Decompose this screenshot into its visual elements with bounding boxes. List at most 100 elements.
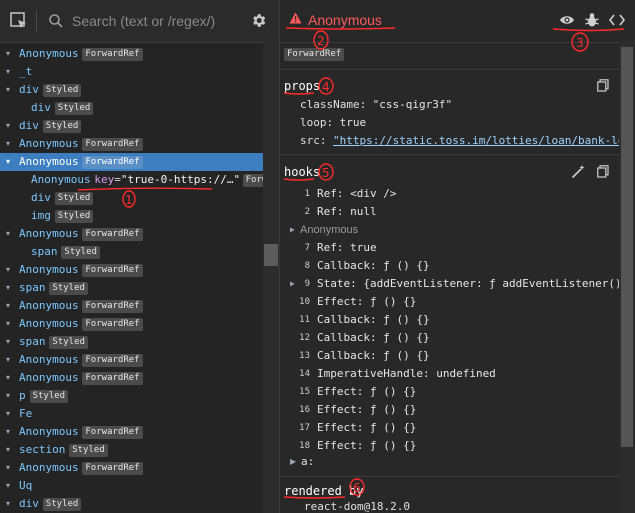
hook-row[interactable]: 8 Callback: ƒ () {} — [280, 257, 619, 275]
tree-row[interactable]: ▾ Anonymous ForwardRef — [0, 297, 263, 315]
hook-row[interactable]: 2 Ref: null — [280, 203, 619, 221]
warning-icon — [289, 12, 302, 27]
tree-row[interactable]: ▾ Anonymous ForwardRef — [0, 423, 263, 441]
hook-index: 11 — [299, 315, 310, 325]
inspector-scrollbar-thumb[interactable] — [621, 47, 633, 447]
tree-scrollbar[interactable] — [263, 42, 279, 513]
hoc-badge: Styled — [69, 444, 108, 457]
copy-props-icon[interactable] — [597, 79, 609, 95]
hook-row[interactable]: 14 ImperativeHandle: undefined — [280, 365, 619, 383]
expand-arrow-icon[interactable]: ▾ — [6, 297, 10, 315]
extra-key-label[interactable]: a: — [301, 455, 314, 468]
tree-row[interactable]: ▾ Anonymous ForwardRef — [0, 135, 263, 153]
expand-arrow-icon[interactable]: ▾ — [6, 387, 10, 405]
expand-arrow-icon[interactable]: ▾ — [6, 117, 10, 135]
eye-icon[interactable] — [559, 13, 575, 30]
select-element-icon[interactable] — [10, 12, 28, 33]
tree-row[interactable]: ▾ span Styled — [0, 333, 263, 351]
inspector-pane: Anonymous ForwardRef props className: "cs… — [280, 0, 635, 513]
tree-row[interactable]: ▾ Anonymous ForwardRef — [0, 225, 263, 243]
tree-row[interactable]: ▾ Anonymous ForwardRef — [0, 45, 263, 63]
expand-arrow-icon[interactable]: ▾ — [6, 459, 10, 477]
hook-value: Callback: ƒ () {} — [317, 331, 430, 344]
tree-row[interactable]: ▾ Anonymous ForwardRef — [0, 315, 263, 333]
expand-arrow-icon[interactable]: ▶ — [290, 221, 295, 239]
tree-row[interactable]: ▾ Anonymous ForwardRef — [0, 153, 263, 171]
expand-arrow-icon[interactable]: ▾ — [6, 261, 10, 279]
component-name: Anonymous — [19, 371, 79, 384]
hook-row[interactable]: ▶ Anonymous — [280, 221, 619, 239]
hook-value: Ref: <div /> — [317, 187, 397, 200]
tree-row[interactable]: Anonymouskey="true-0-https://…"ForwardRe… — [0, 171, 263, 189]
hook-index: 16 — [299, 405, 310, 415]
hook-row[interactable]: 13 Callback: ƒ () {} — [280, 347, 619, 365]
rendered-by-value[interactable]: react-dom@18.2.0 — [304, 500, 410, 513]
view-source-icon[interactable] — [608, 12, 626, 31]
tree-row[interactable]: ▾ section Styled — [0, 441, 263, 459]
tree-row[interactable]: ▾ _t — [0, 63, 263, 81]
expand-arrow-icon[interactable]: ▾ — [6, 351, 10, 369]
hook-row[interactable]: 17 Effect: ƒ () {} — [280, 419, 619, 437]
magic-wand-icon[interactable] — [571, 164, 586, 182]
search-icon — [48, 13, 64, 32]
hook-value: Effect: ƒ () {} — [317, 403, 417, 416]
search-input[interactable]: Search (text or /regex/) — [72, 13, 215, 29]
tree-row[interactable]: ▾ Anonymous ForwardRef — [0, 369, 263, 387]
hook-index: 10 — [299, 297, 310, 307]
hook-index: 7 — [304, 243, 310, 253]
hook-row[interactable]: 11 Callback: ƒ () {} — [280, 311, 619, 329]
component-name: Anonymous — [19, 461, 79, 474]
copy-hooks-icon[interactable] — [597, 165, 609, 181]
component-name: Anonymous — [19, 425, 79, 438]
hoc-badge: ForwardRef — [82, 264, 143, 277]
hook-row[interactable]: ▶ 9 State: {addEventListener: ƒ addEventLi… — [280, 275, 619, 293]
expand-arrow-icon[interactable]: ▾ — [6, 45, 10, 63]
expand-arrow-icon[interactable]: ▾ — [6, 225, 10, 243]
bug-icon[interactable] — [585, 12, 599, 31]
tree-row[interactable]: img Styled — [0, 207, 263, 225]
tree-row[interactable]: ▾ Anonymous ForwardRef — [0, 261, 263, 279]
hook-row[interactable]: 16 Effect: ƒ () {} — [280, 401, 619, 419]
expand-arrow-icon[interactable]: ▾ — [6, 315, 10, 333]
prop-value[interactable]: true — [340, 116, 367, 129]
expand-arrow-icon[interactable]: ▾ — [6, 153, 10, 171]
expand-arrow-icon[interactable]: ▾ — [6, 477, 10, 495]
hoc-badge: Styled — [54, 192, 94, 205]
tree-row[interactable]: ▾ Fe — [0, 405, 263, 423]
hook-row[interactable]: 10 Effect: ƒ () {} — [280, 293, 619, 311]
expand-arrow-icon[interactable]: ▾ — [6, 135, 10, 153]
tree-row[interactable]: ▾ Anonymous ForwardRef — [0, 351, 263, 369]
component-name: div — [31, 101, 51, 114]
expand-arrow-icon[interactable]: ▾ — [6, 279, 10, 297]
expand-arrow-icon[interactable]: ▾ — [6, 369, 10, 387]
hook-row[interactable]: 1 Ref: <div /> — [280, 185, 619, 203]
tree-row[interactable]: ▾ div Styled — [0, 117, 263, 135]
hook-row[interactable]: 15 Effect: ƒ () {} — [280, 383, 619, 401]
expand-arrow-icon[interactable]: ▾ — [6, 405, 10, 423]
hook-row[interactable]: 12 Callback: ƒ () {} — [280, 329, 619, 347]
expand-arrow-icon[interactable]: ▾ — [6, 495, 10, 513]
tree-row[interactable]: ▾ Anonymous ForwardRef — [0, 459, 263, 477]
tree-row[interactable]: span Styled — [0, 243, 263, 261]
expand-arrow-icon[interactable]: ▾ — [6, 423, 10, 441]
expand-arrow-icon[interactable]: ▶ — [290, 275, 295, 293]
expand-arrow-icon[interactable]: ▶ — [290, 457, 296, 466]
expand-arrow-icon[interactable]: ▾ — [6, 63, 10, 81]
expand-arrow-icon[interactable]: ▾ — [6, 333, 10, 351]
tree-row[interactable]: ▾ span Styled — [0, 279, 263, 297]
tree-scrollbar-thumb[interactable] — [264, 244, 278, 266]
component-name: Anonymous — [19, 227, 79, 240]
hook-row[interactable]: 7 Ref: true — [280, 239, 619, 257]
hook-row[interactable]: 18 Effect: ƒ () {} — [280, 437, 619, 455]
tree-row[interactable]: ▾ p Styled — [0, 387, 263, 405]
tree-row[interactable]: ▾ div Styled — [0, 81, 263, 99]
expand-arrow-icon[interactable]: ▾ — [6, 81, 10, 99]
gear-icon[interactable] — [250, 12, 267, 32]
prop-value-link[interactable]: "https://static.toss.im/lotties/loan/ban… — [333, 134, 635, 147]
tree-row[interactable]: ▾ div Styled — [0, 495, 263, 513]
tree-row[interactable]: div Styled — [0, 189, 263, 207]
prop-value[interactable]: "css-qigr3f" — [373, 98, 452, 111]
tree-row[interactable]: div Styled — [0, 99, 263, 117]
tree-row[interactable]: ▾ Uq — [0, 477, 263, 495]
expand-arrow-icon[interactable]: ▾ — [6, 441, 10, 459]
